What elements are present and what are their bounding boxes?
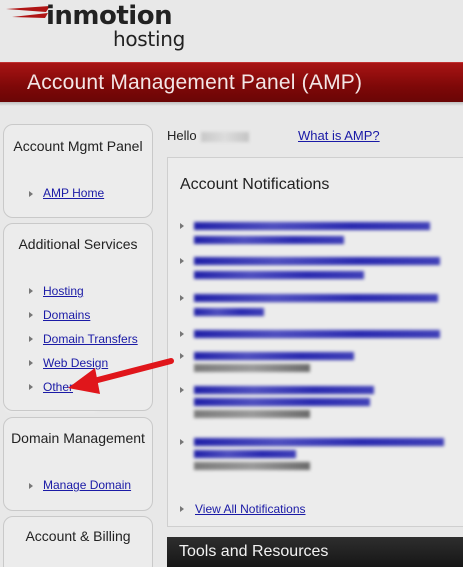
sidebar-section-title: Additional Services [18, 236, 138, 252]
sidebar-item-hosting[interactable]: Hosting [43, 284, 84, 298]
sidebar-item-domain-transfers[interactable]: Domain Transfers [43, 332, 138, 346]
redacted-notification-text[interactable] [194, 294, 438, 302]
redacted-notification-text[interactable] [194, 308, 264, 316]
redacted-notification-text[interactable] [194, 386, 374, 394]
page-title: Account Management Panel (AMP) [27, 71, 363, 94]
tools-resources-title: Tools and Resources [179, 543, 329, 560]
bullet-icon [29, 288, 33, 294]
redacted-notification-text[interactable] [194, 330, 440, 338]
bullet-icon [180, 506, 184, 512]
bullet-icon [180, 295, 184, 301]
sidebar-section-title: Domain Management [11, 430, 145, 446]
redacted-notification-text[interactable] [194, 438, 444, 446]
bullet-icon [29, 191, 33, 197]
bullet-icon [29, 384, 33, 390]
bullet-icon [180, 331, 184, 337]
notifications-panel: Account Notifications View All Notificat… [167, 157, 463, 527]
tools-resources-header: Tools and Resources [167, 537, 463, 567]
bullet-icon [180, 223, 184, 229]
logo-subtext: hosting [113, 27, 186, 51]
bullet-icon [29, 360, 33, 366]
redacted-notification-text[interactable] [194, 257, 440, 265]
redacted-notification-text[interactable] [194, 450, 296, 458]
sidebar-item-other[interactable]: Other [43, 380, 73, 394]
greeting-label: Hello [167, 128, 197, 143]
redacted-username [200, 131, 249, 142]
greeting: Hello [167, 128, 249, 143]
sidebar-section-title: Account & Billing [25, 528, 131, 544]
redacted-notification-text[interactable] [194, 222, 430, 230]
sidebar-section-billing: Account & Billing [3, 516, 153, 567]
sidebar-section-title: Account Mgmt Panel [13, 138, 143, 154]
bullet-icon [180, 387, 184, 393]
sidebar-item-manage-domain[interactable]: Manage Domain [43, 478, 131, 492]
notifications-title: Account Notifications [180, 176, 330, 193]
view-all-notifications-link[interactable]: View All Notifications [195, 502, 306, 516]
redacted-notification-date [194, 410, 310, 418]
header-shadow [0, 102, 463, 106]
page-header: Account Management Panel (AMP) [0, 62, 463, 102]
brand-logo[interactable]: inmotion hosting [0, 0, 463, 62]
sidebar-item-amp-home[interactable]: AMP Home [43, 186, 104, 200]
sidebar-section-domain-management: Domain Management Manage Domain [3, 417, 153, 511]
what-is-amp-link[interactable]: What is AMP? [298, 128, 380, 143]
bullet-icon [29, 312, 33, 318]
swoosh-logo-icon [6, 6, 50, 18]
sidebar-item-domains[interactable]: Domains [43, 308, 90, 322]
redacted-notification-date [194, 364, 310, 372]
bullet-icon [180, 439, 184, 445]
redacted-notification-text[interactable] [194, 352, 354, 360]
sidebar-section-account-mgmt: Account Mgmt Panel AMP Home [3, 124, 153, 218]
redacted-notification-text[interactable] [194, 236, 344, 244]
bullet-icon [29, 336, 33, 342]
bullet-icon [180, 353, 184, 359]
redacted-notification-text[interactable] [194, 398, 370, 406]
bullet-icon [180, 258, 184, 264]
redacted-notification-text[interactable] [194, 271, 364, 279]
bullet-icon [29, 483, 33, 489]
sidebar-item-web-design[interactable]: Web Design [43, 356, 108, 370]
sidebar-section-additional-services: Additional Services Hosting Domains Doma… [3, 223, 153, 411]
redacted-notification-date [194, 462, 310, 470]
